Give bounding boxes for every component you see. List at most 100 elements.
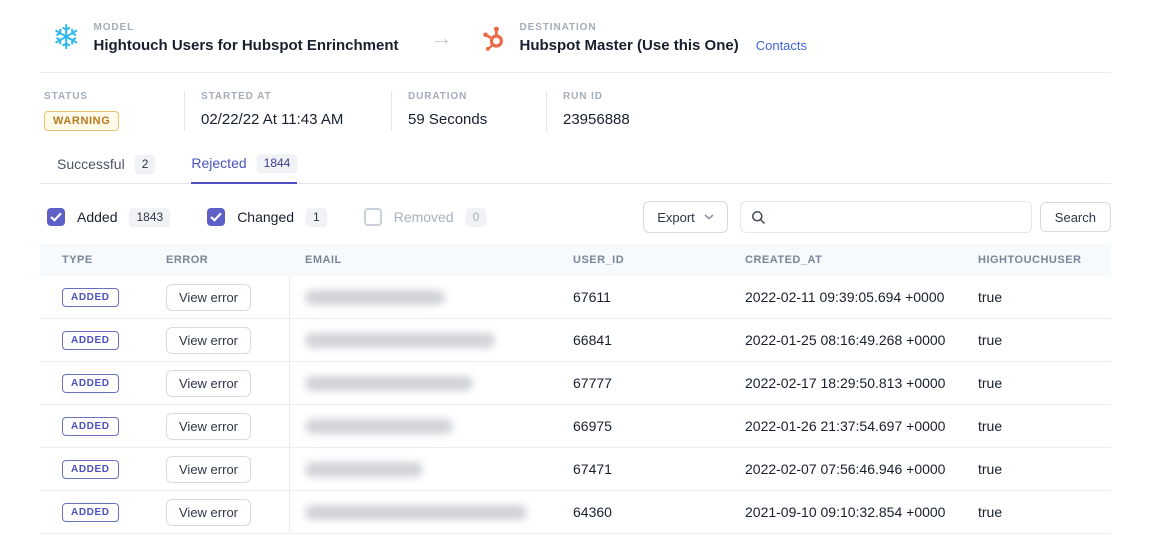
col-error: ERROR (166, 254, 290, 266)
search-input[interactable] (774, 210, 1021, 225)
search-icon (751, 210, 766, 225)
removed-checkbox[interactable] (364, 208, 382, 226)
view-error-button[interactable]: View error (166, 456, 251, 483)
view-error-button[interactable]: View error (166, 370, 251, 397)
view-error-button[interactable]: View error (166, 284, 251, 311)
table-toolbar: Export Search (643, 201, 1111, 233)
tab-rejected-count: 1844 (257, 154, 298, 172)
redacted-email (305, 419, 453, 434)
status-bar: STATUS WARNING STARTED AT 02/22/22 At 11… (40, 91, 1111, 131)
created-at-cell: 2022-02-07 07:56:46.946 +0000 (730, 461, 963, 477)
filter-removed-label: Removed (394, 209, 454, 225)
added-checkbox[interactable] (47, 208, 65, 226)
user-id-cell: 66841 (558, 332, 730, 348)
duration-block: DURATION 59 Seconds (391, 91, 546, 131)
user-id-cell: 67611 (558, 289, 730, 305)
tab-rejected-label: Rejected (191, 155, 246, 171)
tab-successful-label: Successful (57, 156, 125, 172)
type-badge: ADDED (62, 331, 119, 350)
hightouchuser-cell: true (963, 332, 1111, 348)
tab-successful-count: 2 (135, 155, 156, 173)
table-row: ADDED View error 67777 2022-02-17 18:29:… (40, 362, 1111, 405)
table-row: ADDED View error 67471 2022-02-07 07:56:… (40, 448, 1111, 491)
filter-bar: Added 1843 Changed 1 Removed 0 Export (40, 201, 1111, 233)
type-badge: ADDED (62, 417, 119, 436)
duration-value: 59 Seconds (408, 111, 528, 128)
filter-added-count: 1843 (129, 208, 170, 226)
table-row: ADDED View error 67611 2022-02-11 09:39:… (40, 276, 1111, 319)
filter-changed[interactable]: Changed 1 (207, 208, 327, 226)
filter-changed-label: Changed (237, 209, 294, 225)
destination-block: DESTINATION Hubspot Master (Use this One… (481, 22, 739, 54)
export-button-label: Export (657, 210, 695, 225)
hightouchuser-cell: true (963, 418, 1111, 434)
redacted-email (305, 290, 445, 305)
changed-checkbox[interactable] (207, 208, 225, 226)
model-name: Hightouch Users for Hubspot Enrinchment (94, 37, 399, 54)
status-block: STATUS WARNING (44, 91, 184, 131)
type-badge: ADDED (62, 460, 119, 479)
hightouchuser-cell: true (963, 375, 1111, 391)
hubspot-icon (481, 25, 507, 51)
snowflake-icon: ❄ (52, 21, 81, 55)
redacted-email (305, 462, 423, 477)
redacted-email (305, 376, 473, 391)
hightouchuser-cell: true (963, 289, 1111, 305)
run-detail-page: ❄ MODEL Hightouch Users for Hubspot Enri… (0, 0, 1151, 534)
col-user-id: USER_ID (558, 254, 730, 266)
contacts-link[interactable]: Contacts (756, 38, 807, 55)
rejected-rows-table: TYPE ERROR EMAIL USER_ID CREATED_AT HIGH… (40, 244, 1111, 534)
status-label: STATUS (44, 91, 166, 102)
filter-added-label: Added (77, 209, 117, 225)
hightouchuser-cell: true (963, 461, 1111, 477)
col-created-at: CREATED_AT (730, 254, 963, 266)
started-at-value: 02/22/22 At 11:43 AM (201, 111, 373, 128)
check-icon (50, 212, 62, 222)
view-error-button[interactable]: View error (166, 499, 251, 526)
tab-successful[interactable]: Successful 2 (57, 154, 155, 183)
hightouchuser-cell: true (963, 504, 1111, 520)
user-id-cell: 64360 (558, 504, 730, 520)
type-badge: ADDED (62, 503, 119, 522)
redacted-email (305, 333, 495, 348)
table-row: ADDED View error 66975 2022-01-26 21:37:… (40, 405, 1111, 448)
user-id-cell: 67471 (558, 461, 730, 477)
filter-removed[interactable]: Removed 0 (364, 208, 487, 226)
run-id-block: RUN ID 23956888 (546, 91, 648, 131)
table-row: ADDED View error 64360 2021-09-10 09:10:… (40, 491, 1111, 534)
redacted-email (305, 505, 527, 520)
col-hightouchuser: HIGHTOUCHUSER (963, 254, 1111, 266)
search-button[interactable]: Search (1040, 202, 1111, 232)
type-badge: ADDED (62, 288, 119, 307)
filter-added[interactable]: Added 1843 (47, 208, 170, 226)
search-box[interactable] (740, 201, 1032, 233)
table-row: ADDED View error 66841 2022-01-25 08:16:… (40, 319, 1111, 362)
filter-changed-count: 1 (306, 208, 327, 226)
started-at-block: STARTED AT 02/22/22 At 11:43 AM (184, 91, 391, 131)
sync-header: ❄ MODEL Hightouch Users for Hubspot Enri… (40, 0, 1111, 73)
chevron-down-icon (704, 214, 714, 220)
model-label: MODEL (94, 22, 399, 33)
destination-name: Hubspot Master (Use this One) (520, 37, 739, 54)
created-at-cell: 2021-09-10 09:10:32.854 +0000 (730, 504, 963, 520)
user-id-cell: 67777 (558, 375, 730, 391)
check-icon (210, 212, 222, 222)
created-at-cell: 2022-01-25 08:16:49.268 +0000 (730, 332, 963, 348)
view-error-button[interactable]: View error (166, 327, 251, 354)
arrow-right-icon: → (431, 25, 453, 51)
view-error-button[interactable]: View error (166, 413, 251, 440)
run-id-value: 23956888 (563, 111, 630, 128)
type-badge: ADDED (62, 374, 119, 393)
started-at-label: STARTED AT (201, 91, 373, 102)
model-block: ❄ MODEL Hightouch Users for Hubspot Enri… (52, 21, 399, 55)
destination-label: DESTINATION (520, 22, 739, 33)
col-email: EMAIL (290, 254, 558, 266)
status-badge: WARNING (44, 111, 119, 131)
created-at-cell: 2022-02-11 09:39:05.694 +0000 (730, 289, 963, 305)
col-type: TYPE (40, 254, 166, 266)
table-header-row: TYPE ERROR EMAIL USER_ID CREATED_AT HIGH… (40, 244, 1111, 276)
created-at-cell: 2022-01-26 21:37:54.697 +0000 (730, 418, 963, 434)
user-id-cell: 66975 (558, 418, 730, 434)
export-button[interactable]: Export (643, 201, 728, 233)
tab-rejected[interactable]: Rejected 1844 (191, 154, 297, 184)
